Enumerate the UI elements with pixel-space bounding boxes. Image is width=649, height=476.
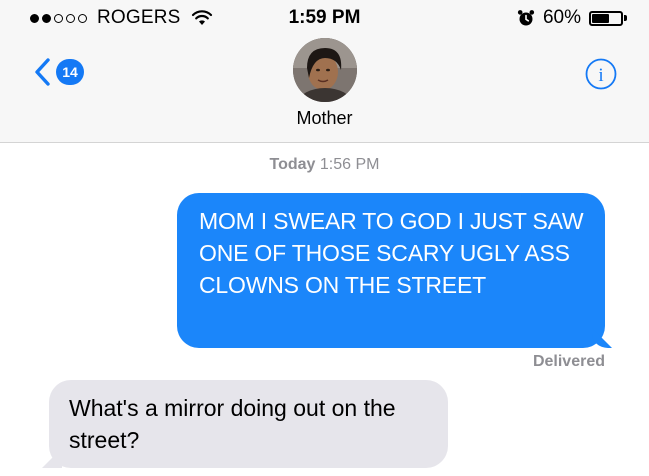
message-timestamp: Today 1:56 PM — [0, 156, 649, 174]
battery-tip — [624, 15, 627, 21]
status-bar: ROGERS 1:59 PM 60% — [0, 0, 649, 36]
battery-body — [589, 10, 623, 26]
back-button[interactable]: 14 — [34, 58, 84, 86]
info-icon[interactable]: i — [585, 58, 617, 90]
sent-message-bubble[interactable]: MOM I SWEAR TO GOD I JUST SAW ONE OF THO… — [177, 193, 605, 348]
unread-count-badge: 14 — [56, 59, 84, 85]
timestamp-day: Today — [269, 156, 316, 173]
status-right: 60% — [517, 7, 627, 29]
alarm-icon — [517, 10, 535, 26]
conversation-header: 14 Mother i — [0, 36, 649, 143]
battery-icon — [589, 10, 627, 26]
battery-percent: 60% — [542, 7, 581, 28]
received-message-bubble[interactable]: What's a mirror doing out on the street? — [49, 380, 448, 468]
timestamp-time: 1:56 PM — [319, 156, 380, 173]
chevron-left-icon — [35, 58, 50, 86]
delivery-status: Delivered — [532, 353, 605, 370]
svg-text:i: i — [598, 65, 603, 86]
battery-fill — [592, 13, 609, 23]
contact-photo — [293, 38, 357, 102]
avatar[interactable] — [293, 38, 357, 102]
contact-name[interactable]: Mother — [0, 108, 649, 129]
